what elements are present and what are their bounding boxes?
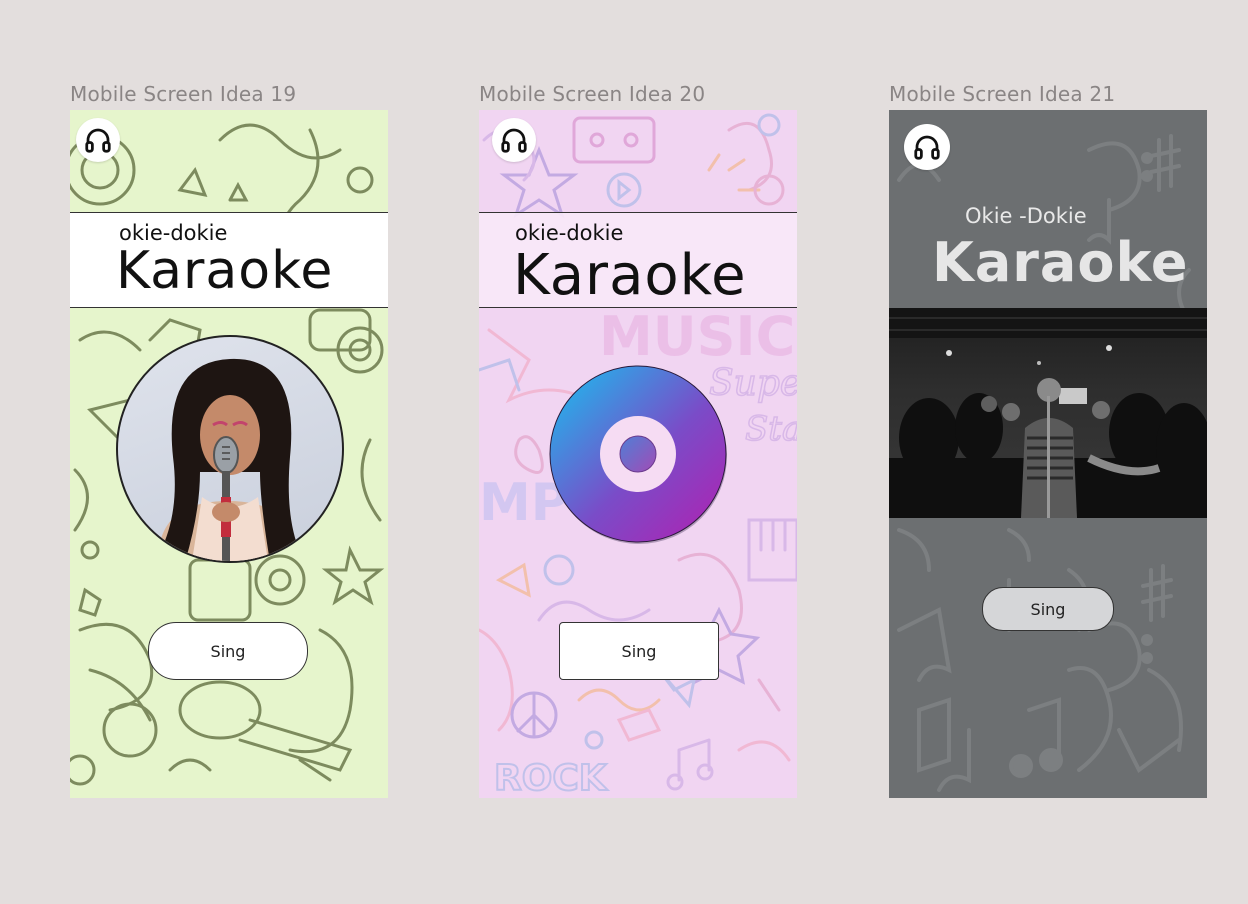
svg-text:ROCK: ROCK <box>494 758 608 798</box>
mobile-screen-20: MUSIC Super Star MP ROCK okie-dokie Kara… <box>479 110 797 798</box>
headphones-icon <box>501 128 527 153</box>
singer-illustration <box>158 358 300 561</box>
headphones-button[interactable] <box>904 124 950 170</box>
headphones-icon <box>914 135 940 160</box>
sing-button[interactable]: Sing <box>559 622 719 680</box>
frame-label-21: Mobile Screen Idea 21 <box>889 82 1116 106</box>
app-title: Karaoke <box>513 243 747 308</box>
disc-graphic <box>549 365 727 544</box>
frame-label-19: Mobile Screen Idea 19 <box>70 82 297 106</box>
svg-text:MUSIC: MUSIC <box>599 305 795 368</box>
svg-text:Star: Star <box>745 409 797 449</box>
title-banner: okie-dokie Karaoke <box>70 212 388 308</box>
headphones-button[interactable] <box>492 118 536 162</box>
app-subtitle: Okie -Dokie <box>965 204 1087 228</box>
title-banner: okie-dokie Karaoke <box>479 212 797 308</box>
concert-photo <box>889 308 1207 518</box>
app-title: Karaoke <box>932 231 1189 294</box>
sing-button[interactable]: Sing <box>982 587 1114 631</box>
frame-label-20: Mobile Screen Idea 20 <box>479 82 706 106</box>
sing-button[interactable]: Sing <box>148 622 308 680</box>
headphones-button[interactable] <box>76 118 120 162</box>
mobile-screen-19: okie-dokie Karaoke Sing <box>70 110 388 798</box>
app-title: Karaoke <box>116 241 334 301</box>
app-subtitle: okie-dokie <box>515 221 624 245</box>
singer-photo <box>116 335 344 563</box>
concert-illustration <box>889 308 1207 518</box>
headphones-icon <box>85 128 111 153</box>
mobile-screen-21: Okie -Dokie Karaoke Sing <box>889 110 1207 798</box>
